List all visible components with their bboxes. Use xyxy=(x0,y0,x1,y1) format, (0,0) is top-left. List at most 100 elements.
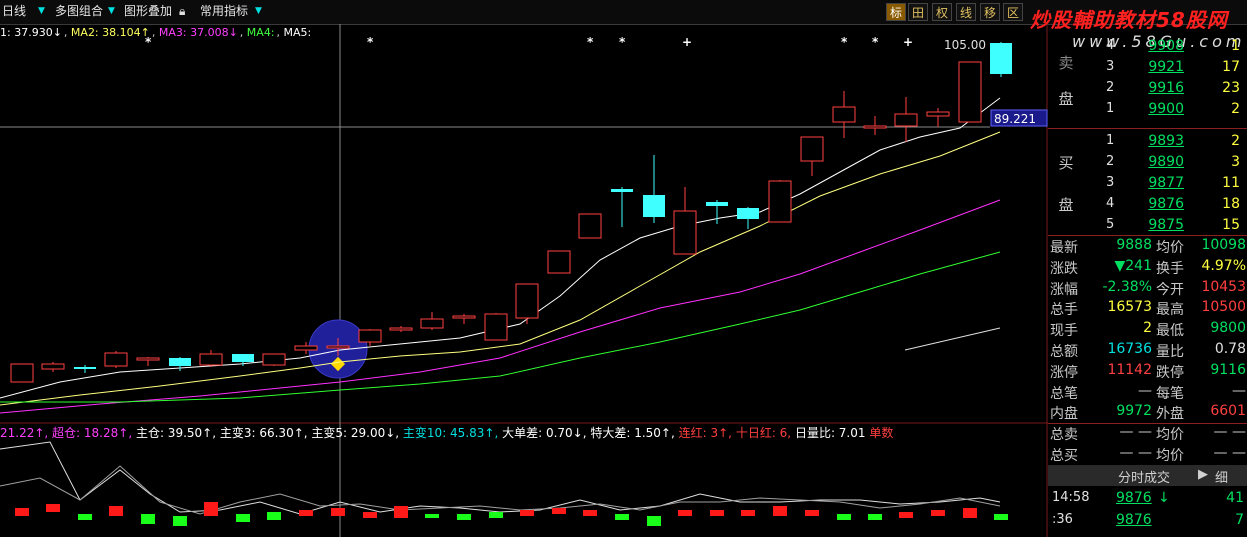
line-button[interactable]: 线 xyxy=(956,3,976,21)
stat-row: 总买 — — 均价 — — xyxy=(1048,445,1247,466)
level: 4 xyxy=(1106,196,1115,211)
chart-overlay-button[interactable]: 图形叠加 xyxy=(124,3,172,20)
candlestick xyxy=(958,61,982,123)
stat-value: -2.38% xyxy=(1102,278,1152,295)
stat-label: 均价 xyxy=(1156,427,1184,444)
stat-value: — — xyxy=(1119,445,1152,461)
stat-value: — — xyxy=(1119,424,1152,441)
ask-qty: 2 xyxy=(1231,101,1240,117)
candlestick xyxy=(10,363,34,383)
stat-label: 最低 xyxy=(1156,323,1184,340)
stat-value: 9116 xyxy=(1210,361,1246,378)
multi-chart-combo-button[interactable]: 多图组合 xyxy=(55,3,103,20)
ask-price[interactable]: 9908 xyxy=(1128,38,1184,54)
range-button[interactable]: 区 xyxy=(1003,3,1023,21)
ma-legend: 1: 37.930↓, MA2: 38.104↑, MA3: 37.008↓, … xyxy=(0,26,312,39)
chevron-down-icon[interactable]: ▼ xyxy=(108,5,117,18)
candlestick xyxy=(926,108,950,127)
candlestick xyxy=(484,313,508,341)
common-indicators-button[interactable]: 常用指标 xyxy=(200,3,248,20)
candlestick xyxy=(863,116,887,135)
indicator-bar xyxy=(520,510,534,516)
signal-marker: + xyxy=(682,35,692,49)
indicator-line-secondary xyxy=(0,465,1001,515)
indicator-bar xyxy=(773,506,787,516)
candlestick xyxy=(104,351,128,368)
indicator-legend: 21.22↑, 超仓: 18.28↑, 主仓: 39.50↑, 主变3: 66.… xyxy=(0,425,893,441)
ask-price[interactable]: 9900 xyxy=(1128,101,1184,117)
stat-value: 4.97% xyxy=(1201,257,1246,274)
tick-time: :36 xyxy=(1052,512,1073,527)
stat-label: 涨跌 xyxy=(1050,260,1078,277)
ma-line-3 xyxy=(0,199,1001,414)
indicator-bar xyxy=(837,514,851,520)
bid-qty: 18 xyxy=(1222,196,1240,212)
tick-header[interactable]: 分时成交 ▶ 细 xyxy=(1048,465,1247,486)
candlestick xyxy=(832,91,856,138)
candlestick xyxy=(136,357,160,366)
bid-price[interactable]: 9890 xyxy=(1128,154,1184,170)
signal-marker: * xyxy=(367,35,374,49)
rights-button[interactable]: 权 xyxy=(932,3,952,21)
indicator-bar xyxy=(552,508,566,514)
chevron-down-icon[interactable]: ▼ xyxy=(255,5,264,18)
ask-qty: 23 xyxy=(1222,80,1240,96)
level: 3 xyxy=(1106,175,1115,190)
kline-chart[interactable]: * * * * + * * + 105.00 89.221 xyxy=(0,24,1048,537)
indicator-value: 超仓: 18.28↑, xyxy=(52,426,136,440)
grid-button[interactable]: 田 xyxy=(908,3,928,21)
tick-expand-icon[interactable]: ▶ xyxy=(1198,467,1208,482)
bid-price[interactable]: 9876 xyxy=(1128,196,1184,212)
bid-qty: 11 xyxy=(1222,175,1240,191)
indicator-bar xyxy=(173,516,187,526)
signal-marker: * xyxy=(587,35,594,49)
indicator-bar xyxy=(931,510,945,516)
bid-price[interactable]: 9877 xyxy=(1128,175,1184,191)
level: 5 xyxy=(1106,217,1115,232)
chevron-down-icon[interactable]: ▼ xyxy=(38,5,47,18)
stat-label: 内盘 xyxy=(1050,406,1078,423)
stat-value: 9972 xyxy=(1116,403,1152,420)
stat-value: ▼241 xyxy=(1114,257,1153,274)
tick-volume: 7 xyxy=(1235,512,1244,528)
bid-price[interactable]: 9893 xyxy=(1128,133,1184,149)
mark-button[interactable]: 标 xyxy=(886,3,906,21)
stat-label: 跌停 xyxy=(1156,364,1184,381)
stat-label: 总卖 xyxy=(1050,427,1078,444)
buy-row[interactable]: 4 9876 18 xyxy=(1048,196,1247,217)
ask-qty: 1 xyxy=(1231,38,1240,54)
bid-price[interactable]: 9875 xyxy=(1128,217,1184,233)
ask-price[interactable]: 9921 xyxy=(1128,59,1184,75)
ma-line-1 xyxy=(0,97,1001,399)
candlestick xyxy=(452,314,476,324)
indicator-bar xyxy=(46,504,60,512)
period-selector[interactable]: 日线 xyxy=(2,3,26,20)
stat-value: — xyxy=(1232,382,1246,399)
indicator-bar xyxy=(963,508,977,518)
level: 1 xyxy=(1106,101,1115,116)
tick-row: 14:58 9876 ↓ 41 xyxy=(1048,490,1247,511)
indicator-value: 日量比: 7.01 xyxy=(794,426,870,440)
stat-label: 总额 xyxy=(1050,344,1078,360)
watermark-title: 炒股輔助教材58股网 xyxy=(1030,8,1228,32)
indicator-bar xyxy=(331,508,345,516)
indicator-bar xyxy=(994,514,1008,520)
indicator-bar xyxy=(267,512,281,520)
stat-row: 总额 16736 量比 0.78 xyxy=(1048,341,1247,362)
candlestick xyxy=(547,250,571,274)
indicator-bar xyxy=(678,510,692,516)
move-button[interactable]: 移 xyxy=(980,3,1000,21)
indicator-bar xyxy=(394,506,408,518)
lock-icon[interactable]: 🔒︎ xyxy=(179,3,185,20)
high-price-label: 105.00 xyxy=(944,38,986,52)
buy-row[interactable]: 3 9877 11 xyxy=(1048,175,1247,196)
indicator-bar xyxy=(741,510,755,516)
detail-button[interactable]: 细 xyxy=(1215,467,1228,486)
candlestick xyxy=(673,187,697,255)
indicator-value: 大单差: 0.70↓, xyxy=(502,426,591,440)
buy-row[interactable]: 2 9890 3 xyxy=(1048,154,1247,175)
level: 3 xyxy=(1106,59,1115,74)
stat-label: 外盘 xyxy=(1156,406,1184,423)
ask-price[interactable]: 9916 xyxy=(1128,80,1184,96)
buy-row[interactable]: 1 9893 2 xyxy=(1048,133,1247,154)
